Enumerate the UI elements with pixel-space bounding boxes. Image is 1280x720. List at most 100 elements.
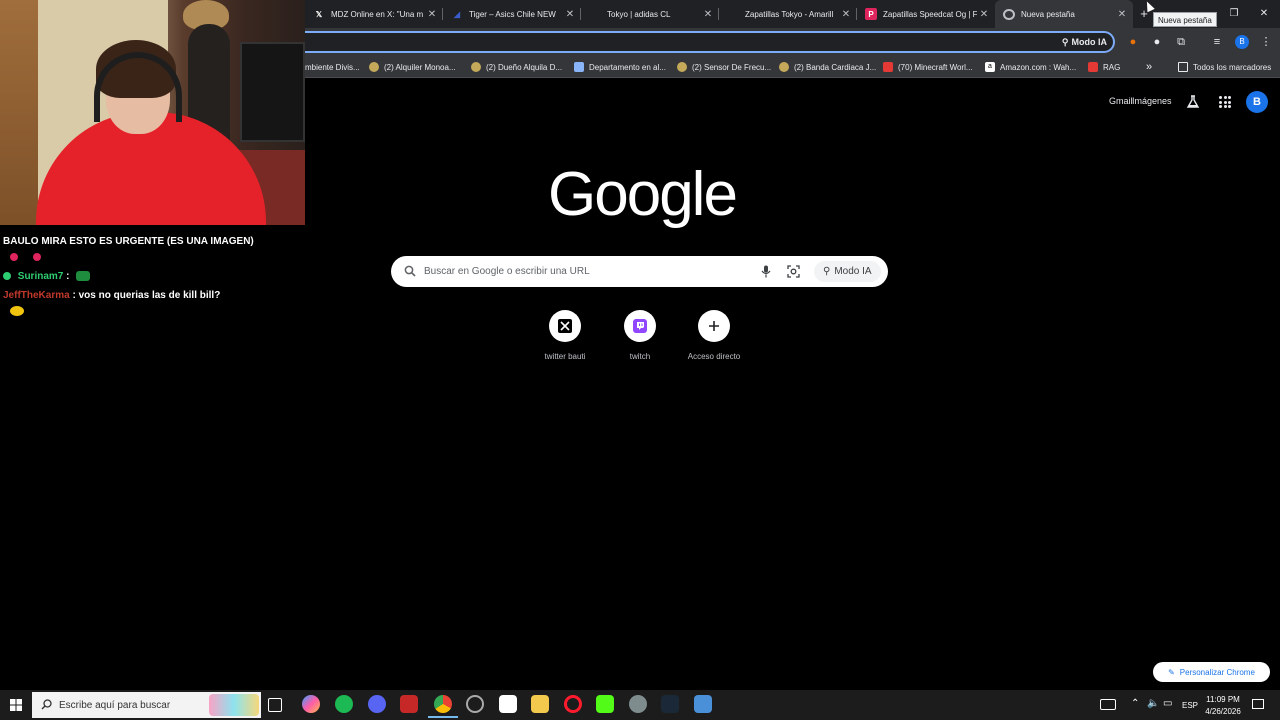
start-button[interactable] — [0, 690, 32, 720]
amazon-icon: a — [985, 62, 995, 72]
tab[interactable]: 𝕏 MDZ Online en X: "Una m ✕ — [305, 0, 443, 28]
chrome-taskbar-icon[interactable] — [428, 695, 458, 718]
chat-message: BAULO MIRA ESTO ES URGENTE (ES UNA IMAGE… — [3, 236, 254, 247]
house-icon — [574, 62, 584, 72]
spotify-icon[interactable] — [335, 695, 353, 713]
google-apps-icon[interactable] — [1219, 96, 1231, 108]
notifications-icon[interactable] — [1252, 699, 1264, 709]
omnibox-modo-ia-button[interactable]: ⚲ Modo IA — [1062, 35, 1107, 49]
tab[interactable]: ▲ Zapatillas Tokyo - Amarill ✕ — [719, 0, 857, 28]
tab-title: MDZ Online en X: "Una m — [331, 9, 424, 19]
profile-avatar[interactable]: B — [1235, 35, 1249, 49]
opera-icon[interactable] — [564, 695, 582, 713]
close-icon[interactable]: ✕ — [701, 9, 715, 20]
obs-icon[interactable] — [466, 695, 484, 713]
modo-ia-button[interactable]: ⚲ Modo IA — [814, 261, 881, 282]
file-explorer-icon[interactable] — [531, 695, 549, 713]
chat-username: Surinam7 — [17, 271, 64, 282]
volume-icon[interactable]: 🔈 — [1147, 698, 1159, 709]
extension-icon[interactable]: ● — [1150, 35, 1164, 49]
close-icon[interactable]: ✕ — [839, 9, 853, 20]
search-input[interactable] — [424, 263, 744, 280]
steam-icon[interactable] — [661, 695, 679, 713]
extensions-puzzle-icon[interactable]: ⧉ — [1174, 35, 1188, 49]
keyboard-icon[interactable] — [1100, 699, 1116, 710]
tab-title: Nueva pestaña — [1021, 9, 1075, 19]
labs-flask-icon[interactable] — [1186, 95, 1200, 109]
close-icon[interactable]: ✕ — [563, 9, 577, 20]
account-avatar[interactable]: B — [1246, 91, 1268, 113]
shortcut-twitter[interactable]: twitter bauti — [535, 310, 595, 361]
chrome-icon — [1003, 8, 1015, 20]
globe-icon — [677, 62, 687, 72]
bookmark-item[interactable]: RAG — [1088, 60, 1120, 74]
kick-icon[interactable] — [596, 695, 614, 713]
clock-time[interactable]: 11:09 PM — [1200, 695, 1246, 704]
tab[interactable]: P Zapatillas Speedcat Og | F ✕ — [857, 0, 995, 28]
google-logo: Google — [548, 160, 738, 229]
address-bar[interactable]: ⚲ Modo IA — [305, 31, 1115, 53]
search-box[interactable]: ⚲ Modo IA — [391, 256, 888, 287]
x-logo-icon — [549, 310, 581, 342]
tab-strip: 𝕏 MDZ Online en X: "Una m ✕ ◢ Tiger – As… — [305, 0, 1280, 28]
bookmark-label: Amazon.com : Wah... — [1000, 62, 1077, 72]
clock-date[interactable]: 4/26/2026 — [1200, 707, 1246, 716]
shortcut-label: twitter bauti — [544, 352, 586, 361]
close-icon[interactable]: ✕ — [977, 9, 991, 20]
bookmarks-overflow-button[interactable]: » — [1146, 60, 1152, 74]
app-icon[interactable] — [629, 695, 647, 713]
close-icon[interactable]: ✕ — [425, 9, 439, 20]
asics-logo-icon: ◢ — [453, 9, 461, 19]
tab-active[interactable]: Nueva pestaña ✕ — [995, 0, 1133, 28]
personalize-chrome-button[interactable]: ✎ Personalizar Chrome — [1153, 662, 1270, 682]
bookmark-item[interactable]: (2) Dueño Alquila D... — [471, 60, 562, 74]
all-bookmarks-label: Todos los marcadores — [1193, 62, 1272, 72]
restore-window-button[interactable]: ❐ — [1226, 6, 1242, 22]
shortcut-twitch[interactable]: twitch — [610, 310, 670, 361]
bookmark-item[interactable]: (2) Alquiler Monoa... — [369, 60, 456, 74]
add-shortcut-button[interactable]: Acceso directo — [684, 310, 744, 361]
extension-fox-icon[interactable]: ● — [1126, 35, 1140, 49]
bookmark-label: (70) Minecraft Worl... — [898, 62, 973, 72]
capcut-icon[interactable] — [499, 695, 517, 713]
bookmark-item[interactable]: (2) Banda Cardiaca J... — [779, 60, 876, 74]
new-tab-page: Gmail Imágenes B Google Buscar en Google… — [305, 78, 1280, 690]
task-view-icon[interactable] — [268, 698, 282, 712]
close-window-button[interactable]: ✕ — [1256, 6, 1272, 22]
bookmark-label: Departamento en al... — [589, 62, 666, 72]
chat-text: : vos no querias las de kill bill? — [72, 290, 221, 301]
emote-icon — [10, 306, 24, 317]
google-lens-icon[interactable] — [787, 265, 800, 278]
youtube-icon — [883, 62, 893, 72]
bookmark-label: (2) Sensor De Frecu... — [692, 62, 772, 72]
windows-logo-icon — [10, 699, 22, 711]
voicemeeter-icon[interactable] — [400, 695, 418, 713]
media-controls-icon[interactable]: ≡ — [1210, 35, 1224, 49]
tab[interactable]: ◢ Tiger – Asics Chile NEW ✕ — [443, 0, 581, 28]
chat-message: JeffTheKarma : vos no querias las de kil… — [3, 290, 220, 301]
search-icon — [41, 699, 52, 710]
microphone-icon[interactable] — [761, 265, 771, 278]
shortcut-label: Acceso directo — [687, 352, 741, 361]
bookmark-item[interactable]: (70) Minecraft Worl... — [883, 60, 973, 74]
all-bookmarks-button[interactable]: Todos los marcadores — [1178, 60, 1271, 74]
discord-icon[interactable] — [368, 695, 386, 713]
bookmark-item[interactable]: a Amazon.com : Wah... — [985, 60, 1076, 74]
calculator-icon[interactable] — [694, 695, 712, 713]
monitor — [240, 42, 305, 142]
windows-taskbar: Escribe aquí para buscar ⌃ 🔈 ▭ ESP 11:09… — [0, 690, 1280, 720]
menu-kebab-icon[interactable]: ⋮ — [1259, 35, 1273, 49]
bookmark-item[interactable]: mbiente Divis... — [305, 60, 360, 74]
bookmark-item[interactable]: Departamento en al... — [574, 60, 666, 74]
chevron-up-icon[interactable]: ⌃ — [1131, 698, 1139, 709]
network-icon[interactable]: ▭ — [1163, 698, 1172, 709]
close-icon[interactable]: ✕ — [1115, 9, 1129, 20]
images-link[interactable]: Imágenes — [1132, 96, 1172, 106]
gmail-link[interactable]: Gmail — [1109, 96, 1133, 106]
tab[interactable]: ▲ Tokyo | adidas CL ✕ — [581, 0, 719, 28]
taskbar-search-box[interactable]: Escribe aquí para buscar — [32, 692, 261, 718]
copilot-icon[interactable] — [302, 695, 320, 713]
bookmark-item[interactable]: (2) Sensor De Frecu... — [677, 60, 771, 74]
bookmark-label: mbiente Divis... — [305, 62, 360, 72]
language-indicator[interactable]: ESP — [1182, 701, 1198, 710]
